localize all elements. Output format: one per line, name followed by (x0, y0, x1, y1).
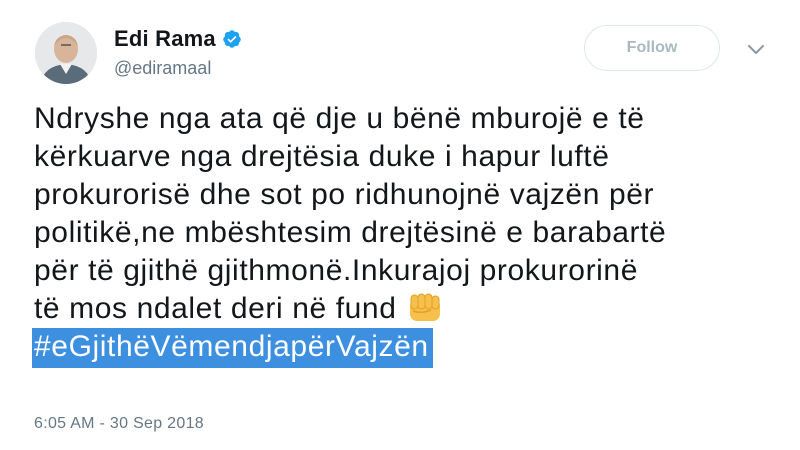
tweet-line: prokurorisë dhe sot po ridhunojnë vajzën… (34, 178, 655, 211)
user-handle[interactable]: @ediramaal (114, 58, 211, 79)
follow-button[interactable]: Follow (584, 25, 720, 71)
tweet-line-with-emoji: të mos ndalet deri në fund (34, 290, 774, 328)
tweet-line: politikë,ne mbështesim drejtësinë e bara… (34, 216, 667, 249)
raised-fist-icon (410, 293, 441, 321)
hashtag-link[interactable]: #eGjithëVëmendjapërVajzën (32, 328, 433, 368)
tweet-timestamp[interactable]: 6:05 AM - 30 Sep 2018 (34, 415, 204, 433)
avatar-image (35, 22, 97, 84)
chevron-down-icon[interactable] (745, 38, 767, 60)
tweet-text: Ndryshe nga ata që dje u bënë mburojë e … (32, 100, 774, 368)
hashtag-line: #eGjithëVëmendjapërVajzën (32, 328, 774, 368)
tweet-line: Ndryshe nga ata që dje u bënë mburojë e … (34, 102, 645, 135)
user-name-row: Edi Rama (114, 26, 242, 52)
verified-badge-icon (223, 30, 241, 48)
avatar[interactable] (35, 22, 97, 84)
tweet-card: Edi Rama @ediramaal Follow Ndryshe nga a… (0, 0, 800, 450)
user-name[interactable]: Edi Rama (114, 26, 216, 52)
tweet-line: kërkuarve nga drejtësia duke i hapur luf… (34, 140, 610, 173)
tweet-line: për të gjithë gjithmonë.Inkurajoj prokur… (34, 254, 638, 287)
tweet-line: të mos ndalet deri në fund (34, 292, 397, 325)
